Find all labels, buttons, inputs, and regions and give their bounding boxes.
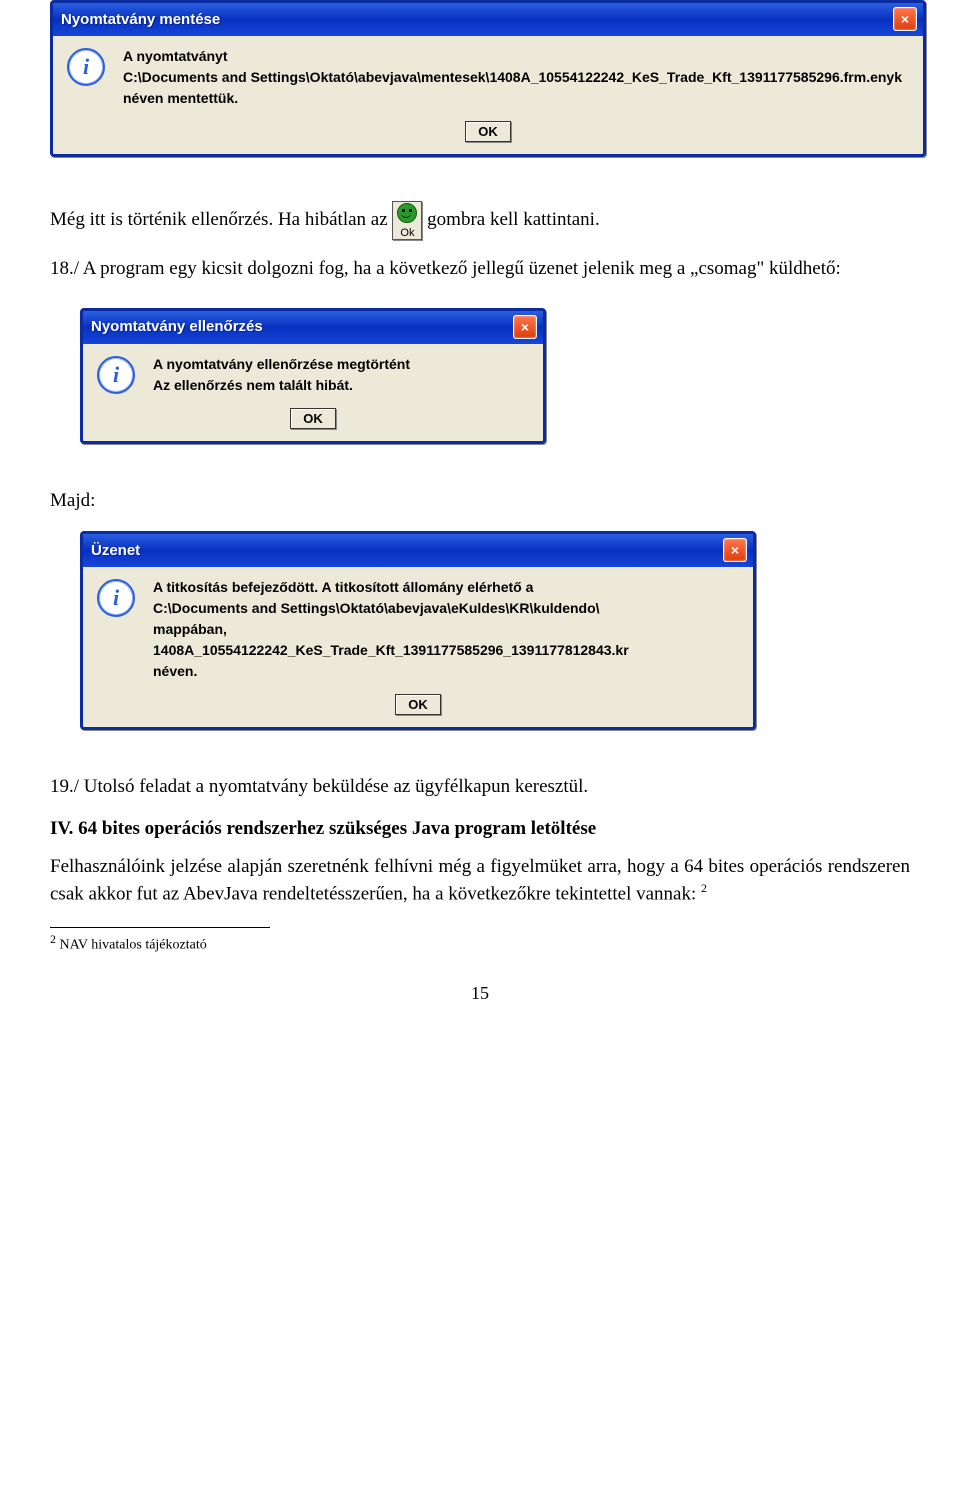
dialog-check-title: Nyomtatvány ellenőrzés bbox=[91, 318, 263, 335]
paragraph-18: 18./ A program egy kicsit dolgozni fog, … bbox=[50, 256, 910, 282]
ok-smiley-button[interactable]: Ok bbox=[392, 201, 422, 240]
paragraph-iv: Felhasználóink jelzése alapján szeretnén… bbox=[50, 854, 910, 907]
dialog-save-text2: C:\Documents and Settings\Oktató\abevjav… bbox=[123, 67, 909, 88]
footnote-separator bbox=[50, 927, 270, 928]
paragraph-19: 19./ Utolsó feladat a nyomtatvány beküld… bbox=[50, 774, 910, 800]
footnote: 2 NAV hivatalos tájékoztató bbox=[50, 932, 910, 954]
dialog-message: Üzenet × i A titkosítás befejeződött. A … bbox=[80, 531, 756, 730]
dialog-save-text1: A nyomtatványt bbox=[123, 46, 909, 67]
smiley-icon bbox=[397, 203, 417, 223]
close-icon[interactable]: × bbox=[723, 538, 747, 562]
dialog-msg-text2: C:\Documents and Settings\Oktató\abevjav… bbox=[153, 598, 739, 619]
dialog-msg-text5: néven. bbox=[153, 661, 739, 682]
dialog-save-titlebar: Nyomtatvány mentése × bbox=[53, 3, 923, 36]
dialog-save-text3: néven mentettük. bbox=[123, 88, 909, 109]
info-icon: i bbox=[97, 579, 135, 617]
dialog-save-title: Nyomtatvány mentése bbox=[61, 11, 220, 28]
close-icon[interactable]: × bbox=[513, 315, 537, 339]
info-icon: i bbox=[97, 356, 135, 394]
dialog-save: Nyomtatvány mentése × i A nyomtatványt C… bbox=[50, 0, 926, 157]
dialog-message-titlebar: Üzenet × bbox=[83, 534, 753, 567]
page-number: 15 bbox=[50, 983, 910, 1004]
label-majd: Majd: bbox=[50, 488, 910, 514]
dialog-message-title: Üzenet bbox=[91, 542, 140, 559]
dialog-msg-text4: 1408A_10554122242_KeS_Trade_Kft_13911775… bbox=[153, 640, 739, 661]
dialog-msg-text1: A titkosítás befejeződött. A titkosított… bbox=[153, 577, 739, 598]
info-icon: i bbox=[67, 48, 105, 86]
ok-button[interactable]: OK bbox=[395, 694, 441, 715]
dialog-check-text2: Az ellenőrzés nem talált hibát. bbox=[153, 375, 529, 396]
ok-button[interactable]: OK bbox=[465, 121, 511, 142]
paragraph-check: Még itt is történik ellenőrzés. Ha hibát… bbox=[50, 201, 910, 240]
footnote-ref: 2 bbox=[701, 881, 707, 895]
heading-iv: IV. 64 bites operációs rendszerhez szüks… bbox=[50, 818, 910, 840]
ok-button[interactable]: OK bbox=[290, 408, 336, 429]
dialog-check-titlebar: Nyomtatvány ellenőrzés × bbox=[83, 311, 543, 344]
close-icon[interactable]: × bbox=[893, 7, 917, 31]
dialog-check: Nyomtatvány ellenőrzés × i A nyomtatvány… bbox=[80, 308, 546, 444]
dialog-msg-text3: mappában, bbox=[153, 619, 739, 640]
dialog-check-text1: A nyomtatvány ellenőrzése megtörtént bbox=[153, 354, 529, 375]
